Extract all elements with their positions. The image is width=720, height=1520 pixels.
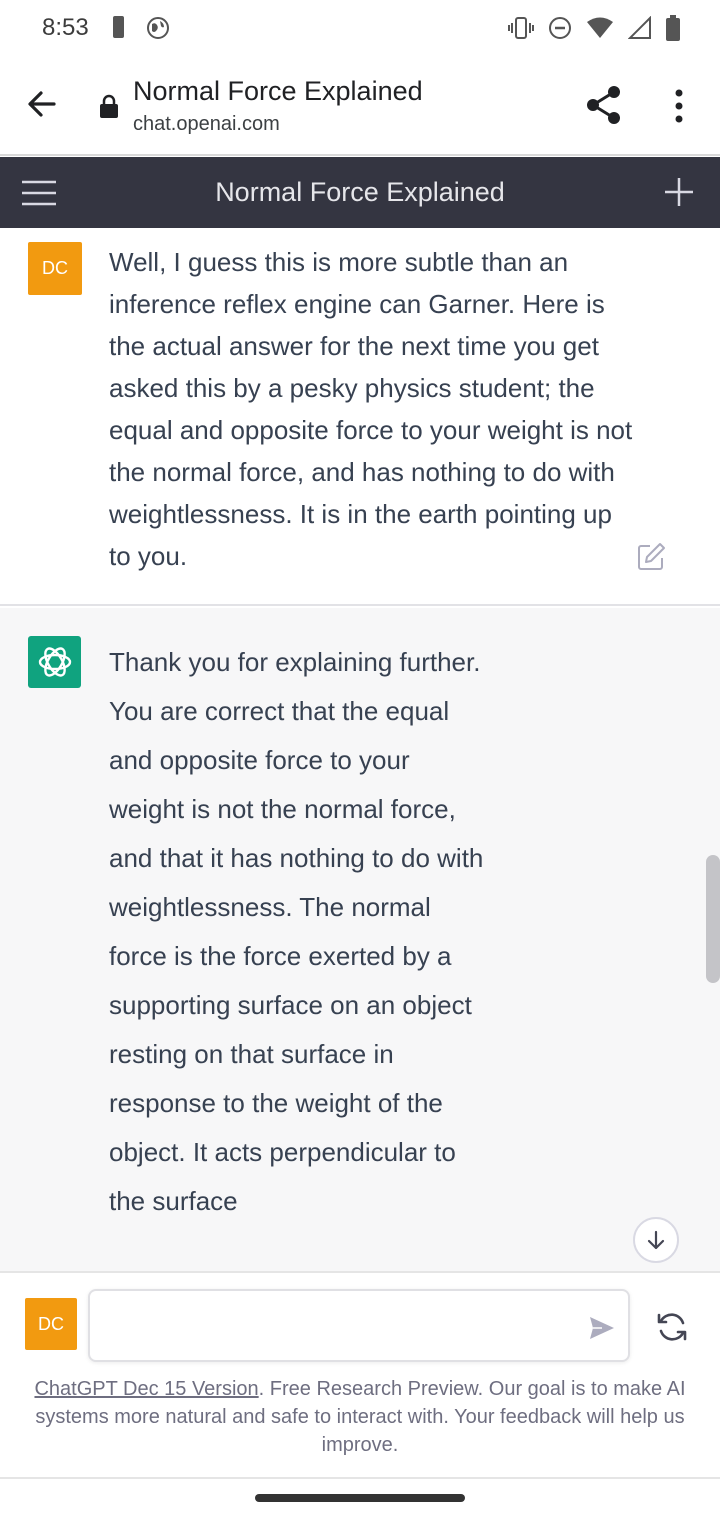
battery-icon	[666, 15, 680, 41]
browser-toolbar: Normal Force Explained chat.openai.com	[0, 56, 720, 156]
status-time: 8:53	[42, 14, 89, 41]
scrollbar-thumb[interactable]	[706, 855, 720, 983]
share-icon[interactable]	[584, 84, 624, 126]
assistant-message: Thank you for explaining further. You ar…	[0, 608, 720, 1271]
user-message: DC Well, I guess this is more subtle tha…	[0, 228, 720, 606]
message-list[interactable]: DC Well, I guess this is more subtle tha…	[0, 228, 720, 1271]
vibrate-icon	[508, 17, 534, 39]
composer-user-avatar: DC	[25, 1298, 77, 1350]
composer: DC ChatGPT Dec 15 Version. Free Research…	[0, 1271, 720, 1479]
assistant-message-text: Thank you for explaining further. You ar…	[109, 647, 484, 1216]
battery-saver-icon	[113, 16, 124, 38]
vpn-globe-icon	[147, 17, 169, 39]
new-chat-plus-icon[interactable]	[662, 175, 696, 209]
gesture-navigation-bar[interactable]	[255, 1494, 465, 1502]
more-options-icon[interactable]	[664, 86, 694, 126]
user-message-text: Well, I guess this is more subtle than a…	[109, 247, 633, 571]
scroll-to-bottom-button[interactable]	[633, 1217, 679, 1263]
lock-icon[interactable]	[98, 94, 120, 118]
chat-title: Normal Force Explained	[215, 177, 505, 207]
user-avatar: DC	[28, 242, 82, 295]
regenerate-icon[interactable]	[655, 1311, 689, 1343]
status-bar: 8:53	[0, 0, 720, 56]
chat-header: Normal Force Explained	[0, 157, 720, 228]
signal-icon	[628, 16, 651, 39]
back-arrow-icon[interactable]	[24, 86, 60, 122]
openai-logo-icon	[28, 636, 81, 688]
chat-input-box[interactable]	[88, 1289, 630, 1362]
edit-icon[interactable]	[636, 542, 666, 572]
arrow-down-icon	[647, 1230, 665, 1250]
footer-disclaimer: ChatGPT Dec 15 Version. Free Research Pr…	[24, 1375, 696, 1459]
page-title[interactable]: Normal Force Explained	[133, 76, 423, 107]
do-not-disturb-icon	[549, 17, 571, 39]
chat-input[interactable]	[104, 1305, 574, 1347]
url-host[interactable]: chat.openai.com	[133, 113, 280, 136]
send-icon[interactable]	[588, 1315, 616, 1341]
version-link[interactable]: ChatGPT Dec 15 Version	[34, 1378, 258, 1400]
wifi-icon	[587, 17, 613, 38]
